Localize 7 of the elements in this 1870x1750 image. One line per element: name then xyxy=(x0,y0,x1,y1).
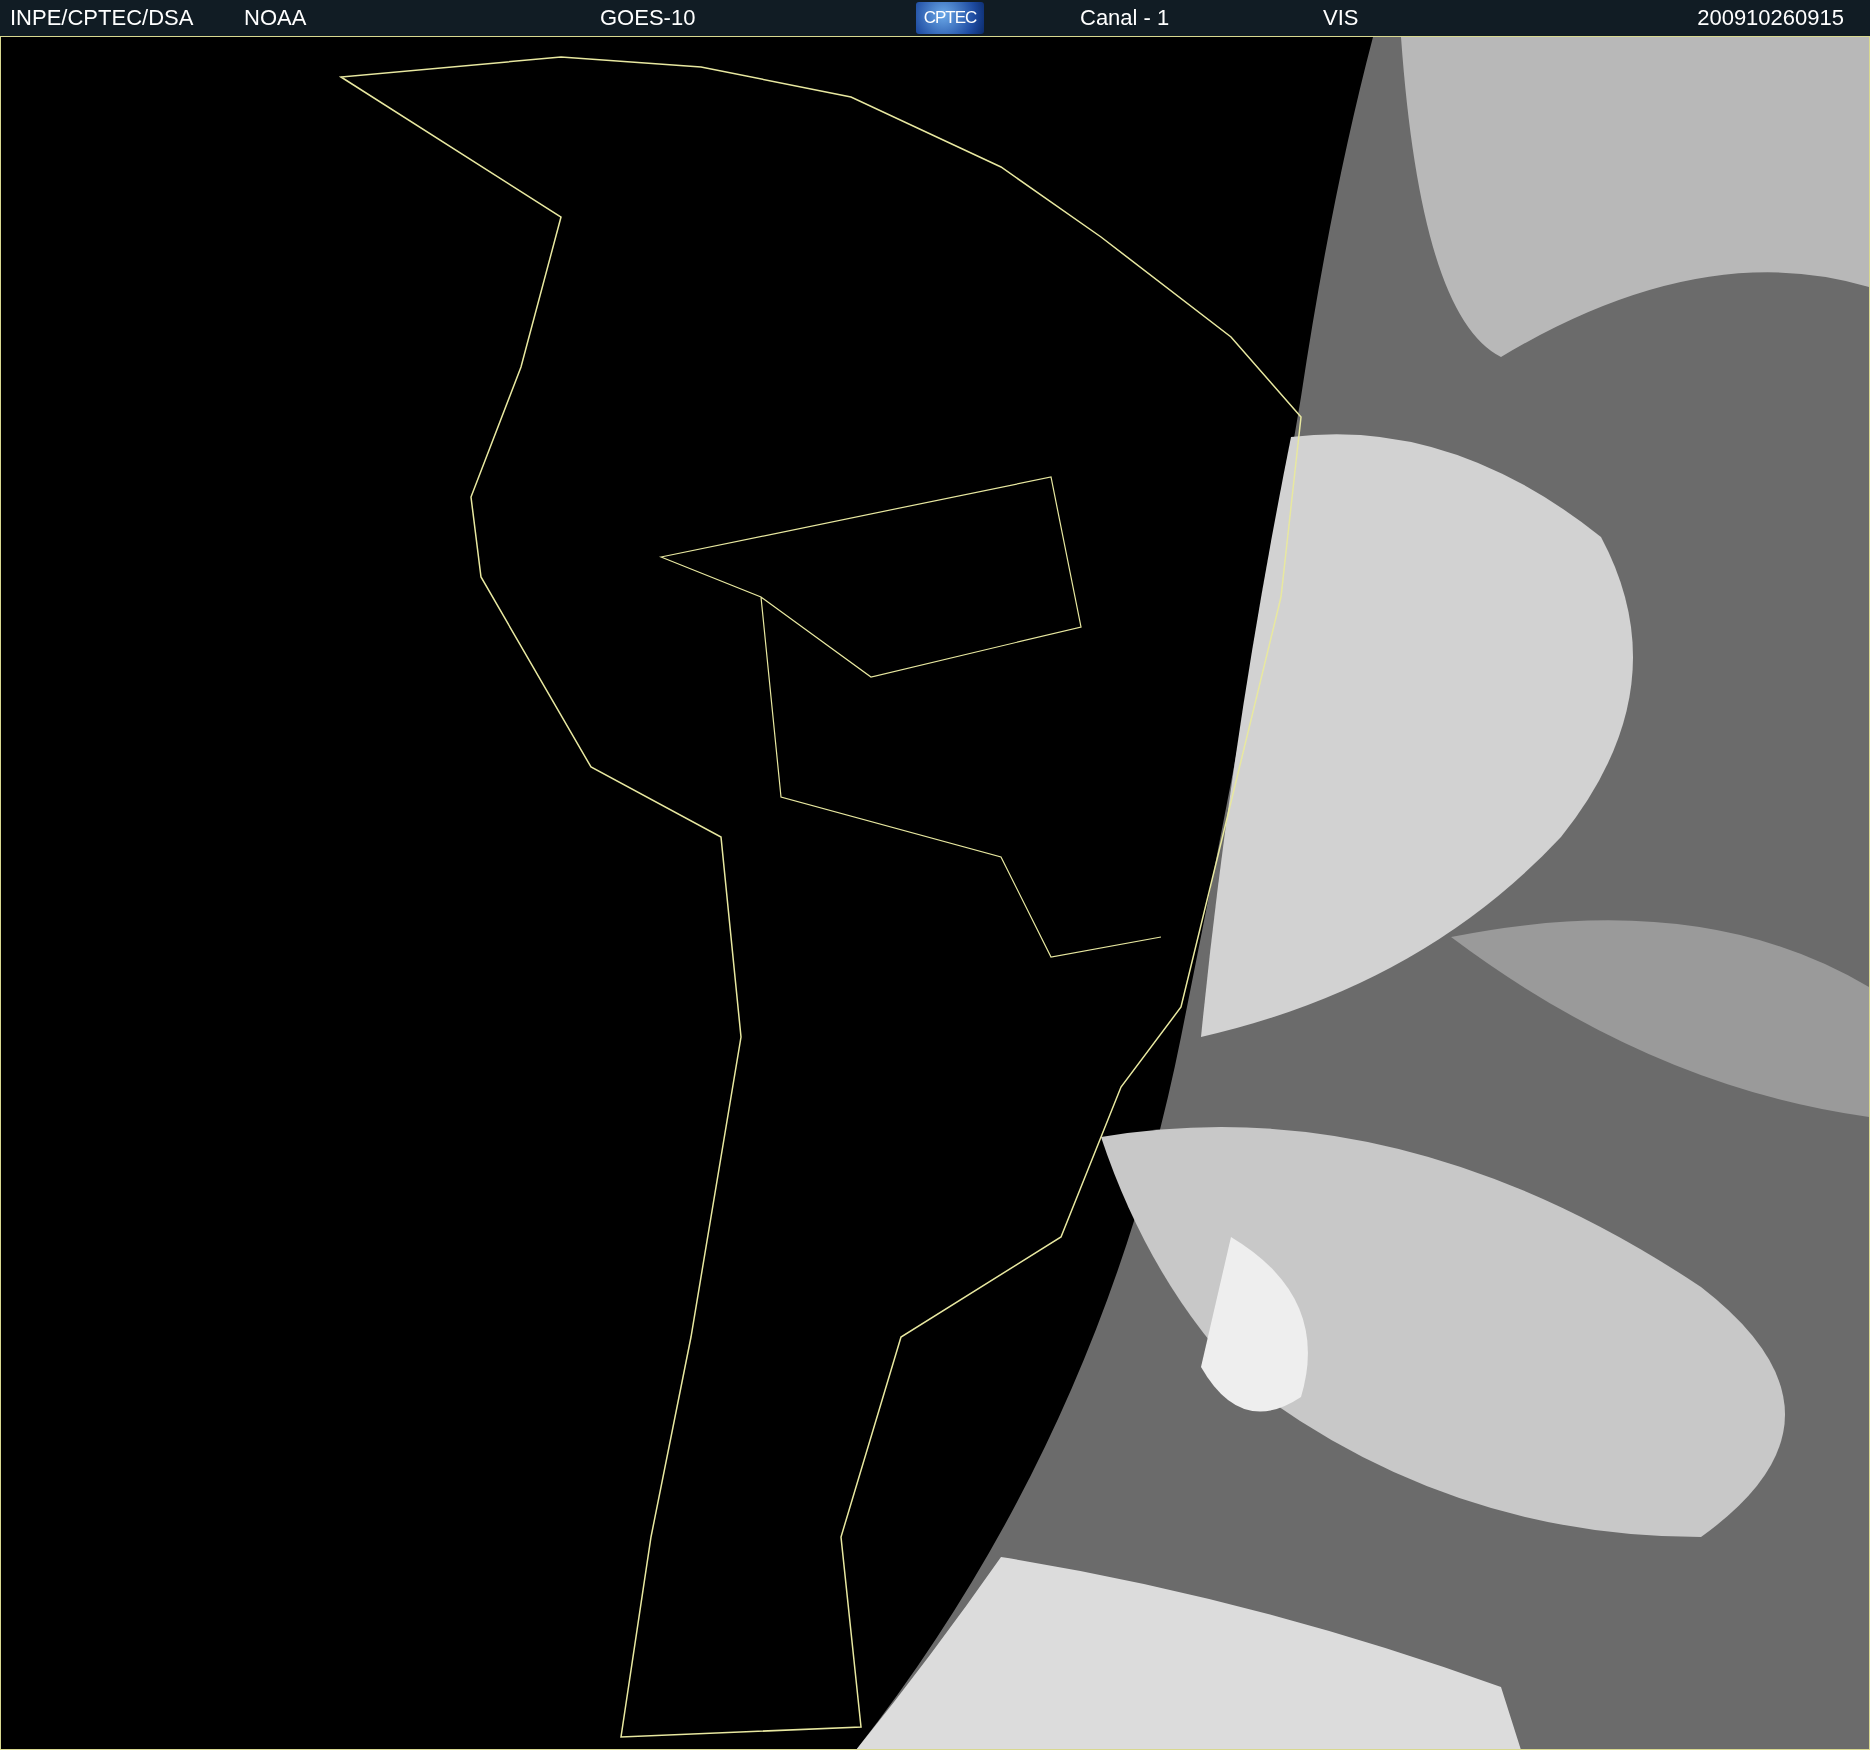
logo: CPTEC xyxy=(916,2,984,34)
header-label: GOES-10 xyxy=(600,5,696,31)
header-label: NOAA xyxy=(244,5,307,31)
header-label: INPE/CPTEC/DSA xyxy=(10,5,194,31)
header-label: Canal - 1 xyxy=(1080,5,1170,31)
header-label: VIS xyxy=(1323,5,1359,31)
header-label: 200910260915 xyxy=(1697,5,1844,31)
